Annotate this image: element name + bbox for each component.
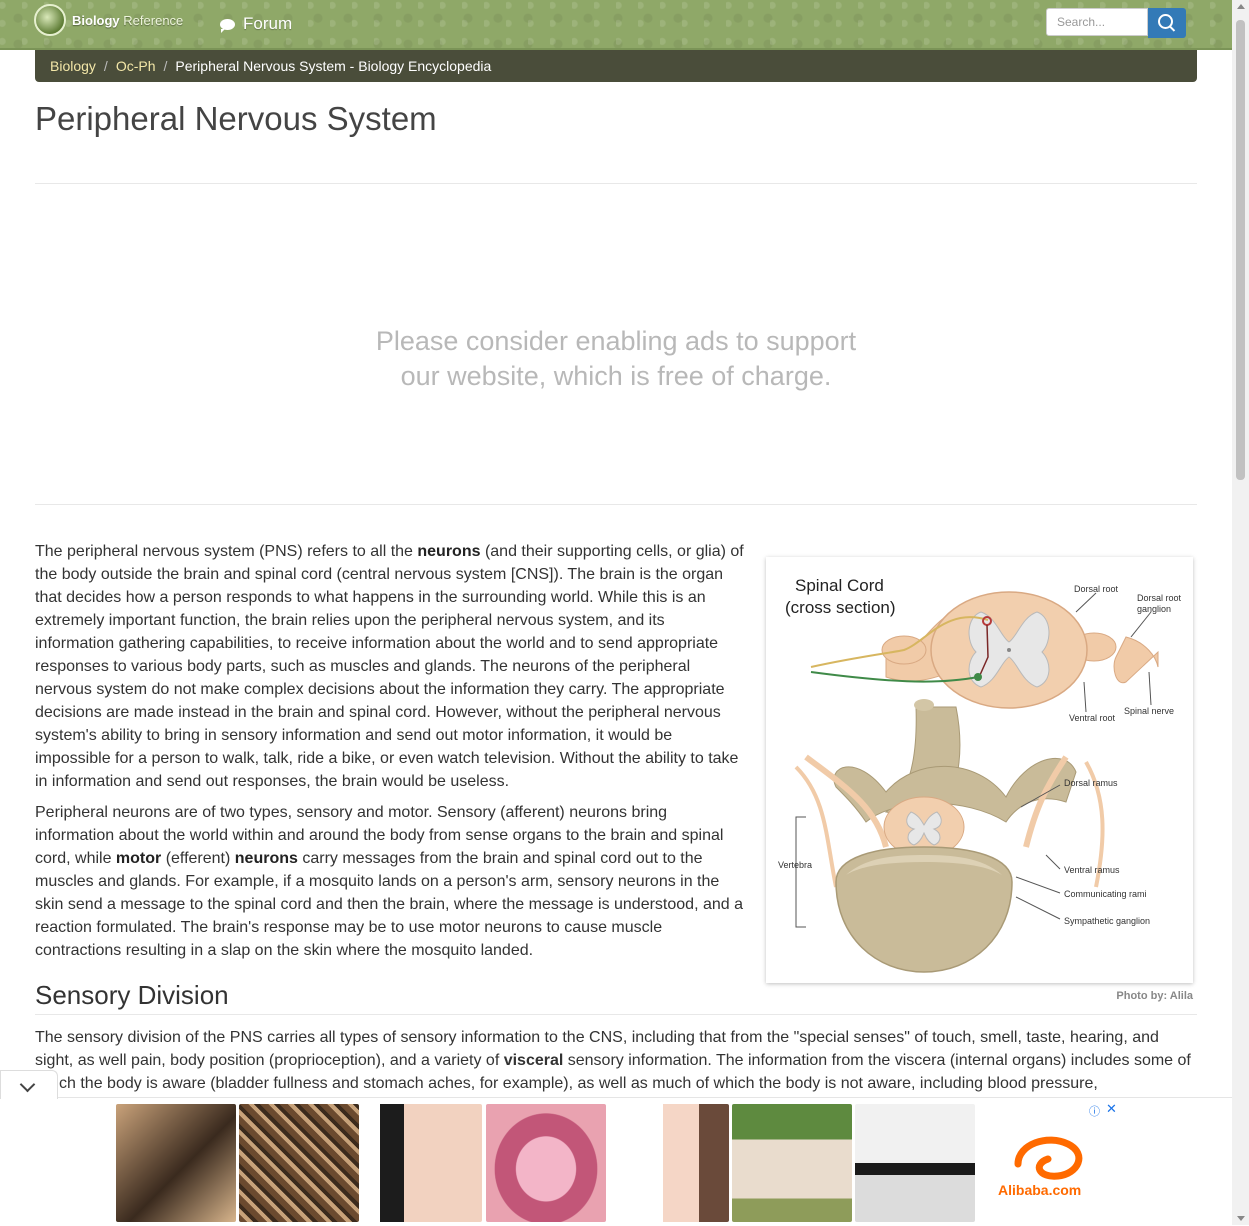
link-visceral[interactable]: visceral — [504, 1052, 564, 1069]
ad-image[interactable] — [116, 1104, 236, 1222]
forum-label: Forum — [243, 14, 293, 33]
ad-block-message: Please consider enabling ads to support … — [375, 326, 857, 391]
search-button[interactable] — [1148, 8, 1186, 38]
svg-text:Ventral root: Ventral root — [1069, 713, 1116, 723]
section-heading: Sensory Division — [35, 980, 229, 1010]
chevron-down-icon — [19, 1076, 36, 1093]
svg-text:(cross section): (cross section) — [785, 598, 896, 617]
divider — [35, 504, 1197, 505]
ad-image[interactable] — [486, 1104, 606, 1222]
svg-text:Ventral ramus: Ventral ramus — [1064, 865, 1120, 875]
breadcrumb-oc-ph[interactable]: Oc-Ph — [116, 58, 156, 74]
article-paragraph: The peripheral nervous system (PNS) refe… — [35, 543, 744, 790]
figure-credit: Photo by: Alila — [1116, 990, 1193, 1002]
divider — [35, 1014, 1197, 1015]
collapse-ad-button[interactable] — [0, 1070, 58, 1099]
chat-bubble-icon — [220, 18, 235, 33]
brand-link[interactable]: Biology Reference — [34, 4, 183, 36]
ad-image[interactable] — [732, 1104, 852, 1222]
link-neurons[interactable]: neurons — [235, 850, 298, 867]
svg-text:Dorsal root: Dorsal root — [1074, 584, 1119, 594]
alibaba-ad[interactable] — [978, 1104, 1118, 1222]
ad-image[interactable] — [239, 1104, 359, 1222]
logo-icon — [34, 4, 66, 36]
svg-text:Communicating rami: Communicating rami — [1064, 889, 1147, 899]
forum-link[interactable]: Forum — [220, 14, 292, 34]
ad-image[interactable] — [362, 1104, 482, 1222]
divider — [35, 183, 1197, 184]
scroll-thumb[interactable] — [1236, 20, 1245, 480]
spinal-cord-illustration: Spinal Cord (cross section) Dorsal root … — [778, 576, 1182, 973]
alibaba-logo-icon — [1014, 1136, 1083, 1180]
link-motor[interactable]: motor — [116, 850, 161, 867]
breadcrumb: Biology / Oc-Ph / Peripheral Nervous System … — [35, 50, 1197, 82]
brand-name: Biology Reference — [72, 12, 184, 28]
svg-text:Dorsal ramus: Dorsal ramus — [1064, 778, 1118, 788]
ad-image[interactable] — [855, 1104, 975, 1222]
article-paragraph: The sensory division of the PNS carries … — [35, 1029, 1191, 1092]
search-input[interactable]: Search... — [1046, 8, 1148, 36]
alibaba-ad-label: Alibaba.com — [998, 1182, 1082, 1198]
ad-close-icon[interactable]: ✕ — [1106, 1101, 1117, 1117]
search-icon — [1157, 13, 1173, 29]
scroll-down-icon[interactable] — [1237, 1216, 1245, 1221]
svg-text:Vertebra: Vertebra — [778, 860, 812, 870]
spinal-cord-figure[interactable]: Spinal Cord (cross section) Dorsal root … — [766, 557, 1193, 983]
breadcrumb-current: Peripheral Nervous System - Biology Ency… — [175, 58, 492, 74]
ad-image[interactable] — [609, 1104, 729, 1222]
article-paragraph: Peripheral neurons are of two types, sen… — [35, 804, 743, 959]
svg-text:Sympathetic ganglion: Sympathetic ganglion — [1064, 916, 1150, 926]
ad-info-icon[interactable]: ⓘ — [1089, 1103, 1100, 1119]
svg-text:Spinal Cord: Spinal Cord — [795, 576, 884, 595]
svg-text:ganglion: ganglion — [1137, 604, 1171, 614]
svg-text:Spinal nerve: Spinal nerve — [1124, 706, 1174, 716]
svg-text:Dorsal root: Dorsal root — [1137, 593, 1182, 603]
page-scrollbar[interactable] — [1232, 0, 1249, 1225]
link-neurons[interactable]: neurons — [417, 543, 480, 560]
page-title: Peripheral Nervous System — [35, 100, 437, 137]
scroll-up-icon[interactable] — [1237, 4, 1245, 9]
breadcrumb-biology[interactable]: Biology — [50, 58, 96, 74]
